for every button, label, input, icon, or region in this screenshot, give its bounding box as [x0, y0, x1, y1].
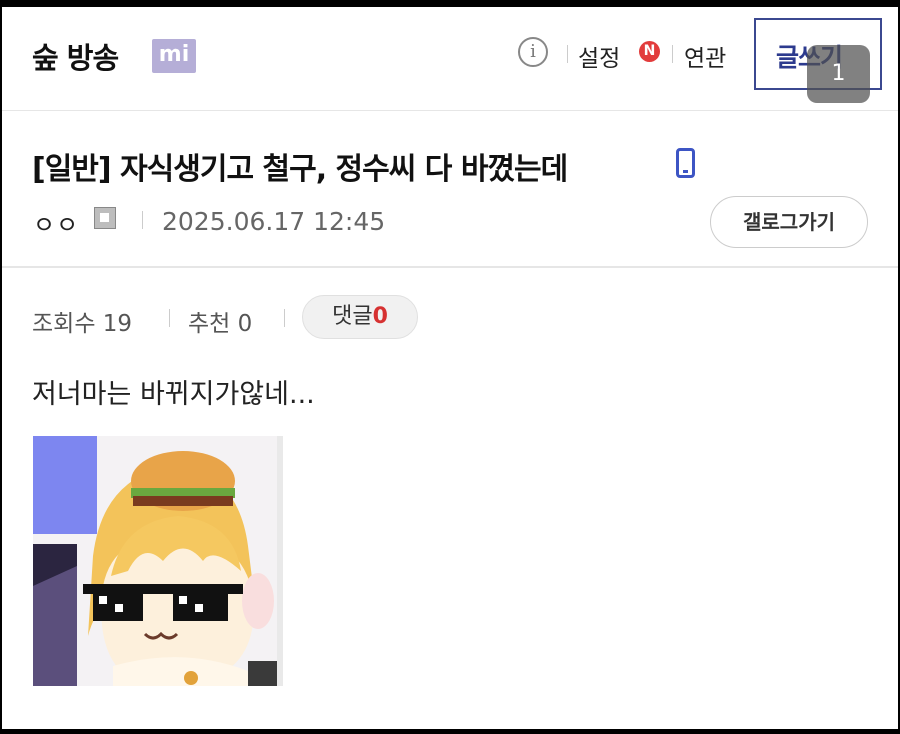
- top-bar: 숲 방송 mi i 설정 N 연관 글쓰기 1: [2, 7, 898, 111]
- comments-label: 댓글: [332, 304, 373, 329]
- info-icon[interactable]: i: [518, 37, 548, 67]
- mobile-icon: [676, 148, 695, 178]
- comments-count: 0: [372, 304, 388, 329]
- divider: [169, 309, 170, 327]
- related-menu[interactable]: 연관: [684, 39, 726, 73]
- gallery-title[interactable]: 숲 방송: [32, 35, 119, 77]
- post-author[interactable]: ㅇㅇ: [33, 205, 79, 240]
- new-badge: N: [639, 41, 660, 62]
- comments-button[interactable]: 댓글0: [302, 295, 418, 339]
- character-sticker-image: [33, 436, 283, 686]
- divider: [142, 211, 143, 229]
- page-frame: 숲 방송 mi i 설정 N 연관 글쓰기 1 [일반] 자식생기고 철구, 정…: [2, 7, 898, 729]
- gallog-button[interactable]: 갤로그가기: [710, 196, 868, 248]
- divider: [567, 45, 568, 63]
- notification-count: 1: [807, 45, 870, 103]
- post-header: [일반] 자식생기고 철구, 정수씨 다 바꼈는데 ㅇㅇ 2025.06.17 …: [2, 111, 898, 268]
- view-count: 조회수 19: [32, 311, 133, 337]
- settings-menu[interactable]: 설정: [578, 39, 620, 73]
- post-body: 저너마는 바뀌지가않네...: [32, 379, 315, 410]
- member-icon: [94, 207, 116, 229]
- divider: [284, 309, 285, 327]
- mi-badge: mi: [152, 39, 196, 73]
- post-image[interactable]: [33, 436, 283, 686]
- recommend-count: 추천 0: [188, 311, 253, 337]
- post-title: [일반] 자식생기고 철구, 정수씨 다 바꼈는데: [32, 152, 568, 187]
- post-date: 2025.06.17 12:45: [162, 207, 386, 236]
- divider: [672, 45, 673, 63]
